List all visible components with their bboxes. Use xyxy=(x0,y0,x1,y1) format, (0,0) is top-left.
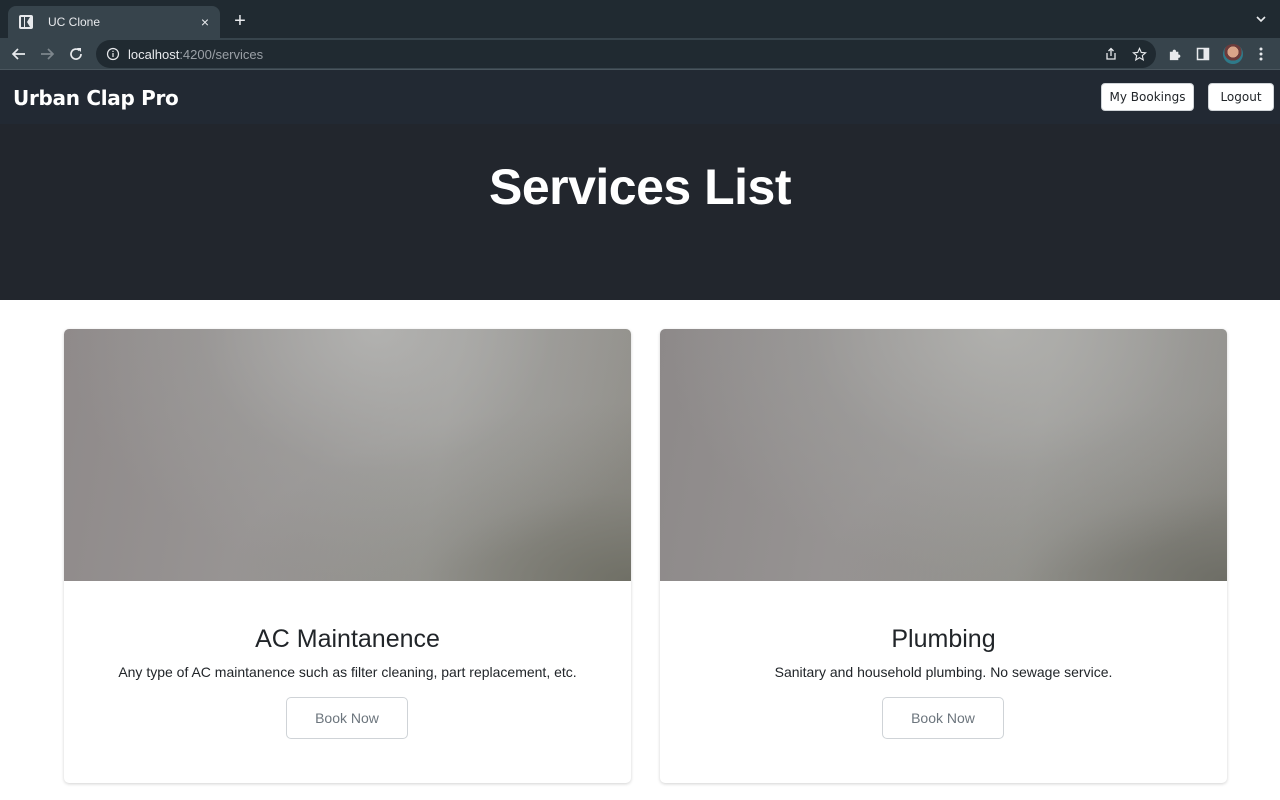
url-host: localhost xyxy=(128,46,180,62)
forward-arrow-icon[interactable] xyxy=(37,44,57,64)
app-navbar: Urban Clap Pro My Bookings Logout xyxy=(0,70,1280,124)
tab-title: UC Clone xyxy=(48,15,101,29)
service-description: Any type of AC maintanence such as filte… xyxy=(118,664,577,680)
tab-search-chevron-icon[interactable] xyxy=(1254,12,1268,26)
my-bookings-button[interactable]: My Bookings xyxy=(1101,83,1194,111)
brand-logo-text[interactable]: Urban Clap Pro xyxy=(13,86,179,110)
page-title: Services List xyxy=(488,159,792,215)
service-card: Plumbing Sanitary and household plumbing… xyxy=(660,329,1227,783)
side-panel-icon[interactable] xyxy=(1193,44,1213,64)
book-now-button[interactable]: Book Now xyxy=(286,697,408,739)
site-favicon-icon xyxy=(18,14,34,30)
book-now-button[interactable]: Book Now xyxy=(882,697,1004,739)
service-title: AC Maintanence xyxy=(255,625,440,653)
reload-icon[interactable] xyxy=(66,44,86,64)
url-path: :4200/services xyxy=(179,46,264,62)
service-image xyxy=(64,329,631,581)
logout-button[interactable]: Logout xyxy=(1208,83,1274,111)
hero-banner: Services List xyxy=(0,124,1280,300)
share-icon[interactable] xyxy=(1101,44,1121,64)
service-title: Plumbing xyxy=(891,625,996,653)
tab-close-icon[interactable]: × xyxy=(194,14,216,30)
browser-tab[interactable]: UC Clone × xyxy=(8,6,220,38)
new-tab-button[interactable]: + xyxy=(229,10,251,32)
service-description: Sanitary and household plumbing. No sewa… xyxy=(774,664,1113,680)
address-bar[interactable]: localhost:4200/services xyxy=(96,40,1156,68)
url-text: localhost:4200/services xyxy=(128,47,263,62)
profile-avatar[interactable] xyxy=(1223,44,1243,64)
browser-toolbar: localhost:4200/services xyxy=(0,38,1280,70)
extensions-puzzle-icon[interactable] xyxy=(1165,44,1185,64)
service-card: AC Maintanence Any type of AC maintanenc… xyxy=(64,329,631,783)
browser-tabstrip: UC Clone × + xyxy=(0,0,1280,38)
back-arrow-icon[interactable] xyxy=(9,44,29,64)
bookmark-star-icon[interactable] xyxy=(1129,44,1149,64)
service-image xyxy=(660,329,1227,581)
site-info-icon[interactable] xyxy=(106,47,120,61)
browser-menu-icon[interactable] xyxy=(1251,44,1271,64)
